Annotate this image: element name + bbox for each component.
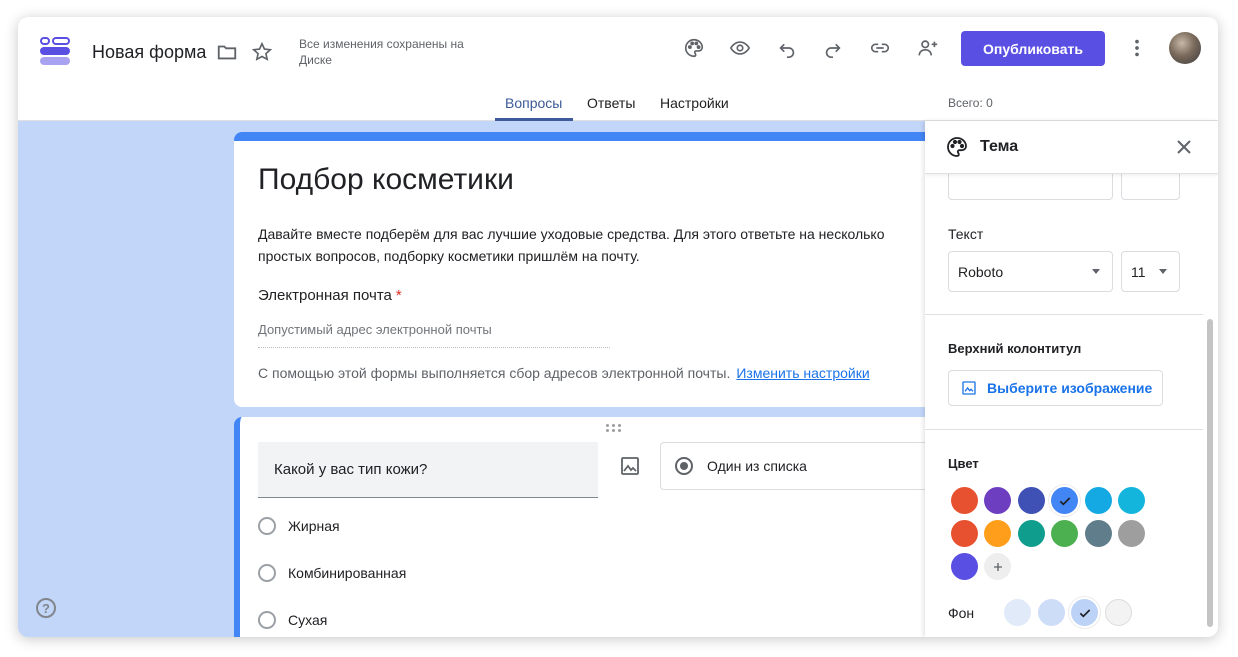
star-icon[interactable] (248, 38, 276, 66)
tab-settings[interactable]: Настройки (660, 95, 729, 111)
preview-eye-icon[interactable] (726, 34, 754, 62)
undo-icon[interactable] (773, 34, 801, 62)
drag-handle-icon[interactable] (606, 424, 622, 434)
palette-icon (945, 135, 969, 159)
theme-panel-header: Тема (925, 121, 1218, 174)
background-swatch[interactable] (1071, 599, 1098, 626)
scrollbar[interactable] (1207, 319, 1213, 627)
option-label[interactable]: Сухая (288, 612, 327, 628)
radio-button-icon[interactable] (258, 611, 276, 629)
add-collaborator-icon[interactable] (914, 34, 942, 62)
change-settings-link[interactable]: Изменить настройки (736, 365, 869, 381)
option-label[interactable]: Жирная (288, 518, 340, 534)
form-name[interactable]: Новая форма (92, 42, 206, 63)
link-icon[interactable] (866, 34, 894, 62)
collect-notice-text: С помощью этой формы выполняется сбор ад… (258, 365, 731, 381)
palette-icon[interactable] (680, 34, 708, 62)
question-card[interactable]: Какой у вас тип кожи? Один из списка Жир… (234, 417, 925, 637)
more-options-icon[interactable] (1123, 34, 1151, 62)
redo-icon[interactable] (819, 34, 847, 62)
color-swatch[interactable] (1051, 487, 1079, 514)
email-field-label: Электронная почта * (258, 287, 402, 304)
color-swatch[interactable] (1017, 520, 1045, 547)
form-title[interactable]: Подбор косметики (258, 163, 514, 197)
color-swatch[interactable] (951, 520, 978, 547)
color-swatch[interactable] (1118, 520, 1145, 547)
form-description[interactable]: Давайте вместе подберём для вас лучшие у… (258, 223, 925, 267)
form-editor-canvas: Подбор косметики Давайте вместе подберём… (18, 121, 925, 637)
email-field[interactable]: Допустимый адрес электронной почты (258, 322, 610, 348)
publish-button[interactable]: Опубликовать (961, 31, 1105, 66)
theme-panel-title: Тема (980, 138, 1019, 155)
help-icon[interactable]: ? (36, 598, 56, 618)
background-swatch[interactable] (1037, 599, 1065, 626)
color-swatch[interactable] (1118, 487, 1145, 514)
color-swatch[interactable] (951, 487, 978, 514)
header-image-label: Верхний колонтитул (948, 341, 1082, 356)
radio-button-icon[interactable] (258, 564, 276, 582)
color-swatch[interactable] (984, 520, 1012, 547)
app-header: Новая форма Все изменения сохранены на Д… (18, 17, 1218, 121)
required-asterisk: * (395, 287, 402, 304)
email-label-text: Электронная почта (258, 287, 392, 304)
list-item[interactable]: Жирная (258, 517, 340, 535)
text-font-select[interactable]: Roboto (948, 251, 1113, 292)
choose-image-label: Выберите изображение (987, 380, 1153, 396)
color-swatch[interactable] (984, 487, 1012, 514)
radio-checked-icon (675, 457, 693, 475)
save-status: Все изменения сохранены на Диске (299, 37, 464, 67)
list-item[interactable]: Сухая (258, 611, 327, 629)
form-header-card[interactable]: Подбор косметики Давайте вместе подберём… (234, 132, 925, 407)
forms-logo-icon[interactable] (38, 35, 72, 65)
color-swatch[interactable] (951, 553, 978, 580)
chevron-down-icon (1159, 269, 1167, 274)
close-icon[interactable] (1172, 135, 1196, 159)
font-value: Roboto (958, 263, 1004, 280)
divider (925, 429, 1203, 430)
add-image-icon[interactable] (618, 454, 642, 478)
list-item[interactable]: Комбинированная (258, 564, 406, 582)
email-collection-notice: С помощью этой формы выполняется сбор ад… (258, 365, 870, 381)
tab-responses[interactable]: Ответы (587, 95, 635, 111)
color-swatch[interactable] (1051, 520, 1079, 547)
text-size-select[interactable]: 11 (1121, 251, 1180, 292)
color-swatch[interactable] (1017, 487, 1045, 514)
chevron-down-icon (1092, 269, 1100, 274)
radio-button-icon[interactable] (258, 517, 276, 535)
text-style-label: Текст (948, 226, 984, 242)
divider (925, 314, 1203, 315)
avatar[interactable] (1169, 32, 1201, 64)
total-responses-count: Всего: 0 (948, 96, 993, 110)
question-type-select[interactable]: Один из списка (660, 442, 925, 490)
question-title-input[interactable]: Какой у вас тип кожи? (258, 442, 598, 498)
color-swatch[interactable] (1084, 520, 1112, 547)
question-type-label: Один из списка (707, 458, 807, 474)
add-custom-color-icon[interactable] (984, 553, 1012, 580)
option-label[interactable]: Комбинированная (288, 565, 406, 581)
color-swatch[interactable] (1084, 487, 1112, 514)
app-window: Новая форма Все изменения сохранены на Д… (18, 17, 1218, 637)
background-label: Фон (948, 605, 975, 621)
folder-icon[interactable] (213, 38, 241, 66)
image-icon (962, 381, 976, 395)
size-value: 11 (1131, 263, 1146, 280)
choose-image-button[interactable]: Выберите изображение (948, 370, 1163, 406)
background-swatch[interactable] (1104, 599, 1132, 626)
theme-panel: Тема Текст Roboto 11 Верхний колонтитул … (925, 121, 1218, 637)
color-label: Цвет (948, 456, 979, 471)
background-swatch[interactable] (1004, 599, 1031, 626)
tab-questions[interactable]: Вопросы (505, 95, 562, 111)
